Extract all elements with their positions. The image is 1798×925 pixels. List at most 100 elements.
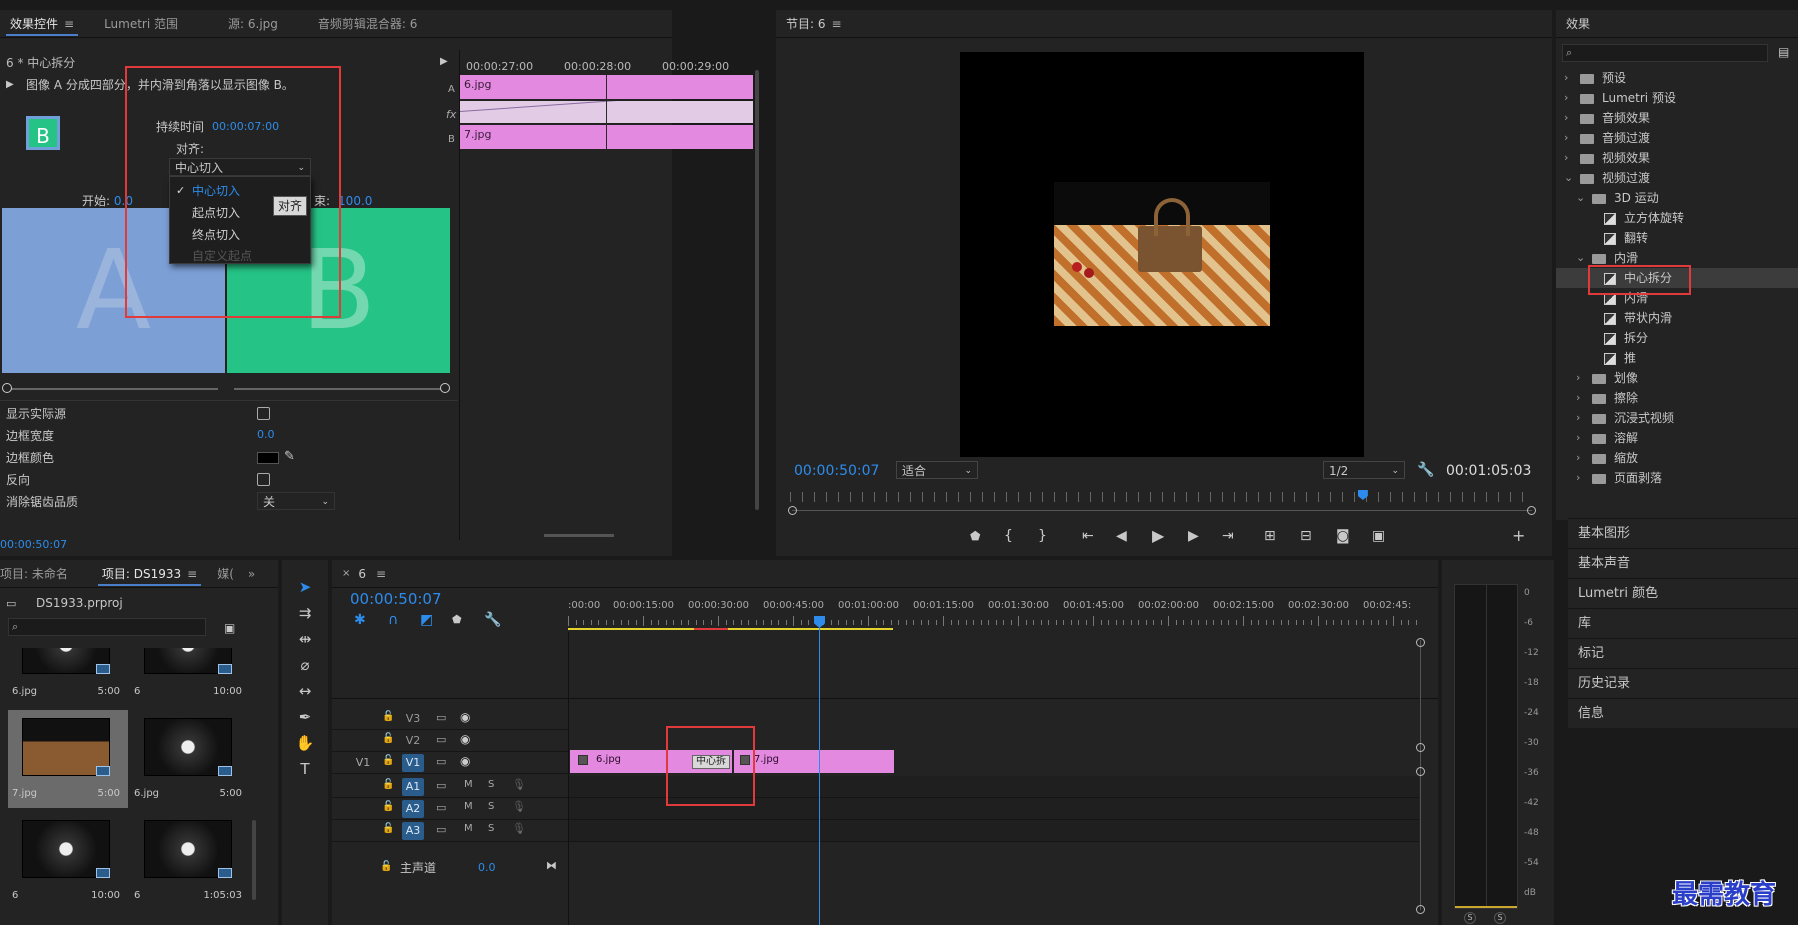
mini-scrollbar[interactable] [544,534,614,537]
resolution-dropdown[interactable]: 1/2 ⌄ [1323,461,1405,479]
expand-triangle-icon[interactable]: ▶ [6,77,14,93]
program-timecode[interactable]: 00:00:50:07 [794,463,879,479]
go-to-in-icon[interactable]: ⇤ [1082,528,1094,544]
mute-button[interactable]: M [464,779,473,790]
side-panel-item[interactable]: 历史记录 [1568,668,1798,698]
fit-dropdown[interactable]: 适合 ⌄ [896,461,978,479]
selection-tool-icon[interactable]: ➤ [294,576,316,598]
side-panel-item[interactable]: Lumetri 颜色 [1568,578,1798,608]
extract-icon[interactable]: ⊟ [1300,528,1312,544]
menu-icon[interactable]: ≡ [187,567,197,581]
effects-tree-item[interactable]: › 视频效果 [1556,148,1798,168]
add-button-icon[interactable]: + [1512,528,1525,544]
solo-right-button[interactable]: S [1494,912,1506,924]
track-label[interactable]: V2 [402,732,424,750]
project-scrollbar[interactable] [252,820,256,900]
linked-selection-icon[interactable]: ◩ [420,612,433,628]
effects-title[interactable]: 效果 [1556,10,1600,37]
add-marker-icon[interactable]: ⬟ [452,612,462,628]
track-select-tool-icon[interactable]: ⇉ [294,602,316,624]
pen-tool-icon[interactable]: ✒ [294,706,316,728]
vertical-scrollbar[interactable] [755,70,759,510]
solo-button[interactable]: S [488,823,494,834]
eye-icon[interactable]: ◉ [460,732,470,746]
work-area-bar[interactable] [568,628,893,630]
lock-icon[interactable]: 🔓 [380,859,392,875]
sync-lock-icon[interactable]: ▭ [436,711,446,724]
chevron-right-icon[interactable]: › [1564,88,1568,108]
project-item[interactable]: 6.jpg 5:00 [130,710,250,808]
tab-effect-controls[interactable]: 效果控件 ≡ [0,10,84,37]
lock-icon[interactable]: 🔓 [382,733,394,744]
tab-project-untitled[interactable]: 项目: 未命名 [0,560,78,587]
chevron-right-icon[interactable]: › [1576,388,1580,408]
hand-tool-icon[interactable]: ✋ [294,732,316,754]
chevron-right-icon[interactable]: › [1564,68,1568,88]
side-panel-item[interactable]: 信息 [1568,698,1798,728]
mini-playhead[interactable] [606,75,607,151]
solo-button[interactable]: S [488,801,494,812]
chevron-right-icon[interactable]: › [1576,428,1580,448]
effect-controls-timecode[interactable]: 00:00:50:07 [0,538,67,551]
program-scrub-ruler[interactable] [790,492,1534,502]
menu-item-end-cut[interactable]: 终点切入 [170,225,310,245]
effects-tree-item[interactable]: › 沉浸式视频 [1556,408,1798,428]
track-label[interactable]: A1 [402,778,424,796]
effects-tree-item[interactable]: › 缩放 [1556,448,1798,468]
start-slider[interactable] [8,388,218,390]
effects-tree-item[interactable]: › 溶解 [1556,428,1798,448]
antialias-dropdown[interactable]: 关 ⌄ [257,492,335,510]
effects-tree-item[interactable]: › 音频效果 [1556,108,1798,128]
step-back-icon[interactable]: ◀ [1116,528,1127,544]
border-color-swatch[interactable] [257,452,279,464]
show-source-checkbox[interactable] [257,407,270,420]
effects-tree-item[interactable]: › 擦除 [1556,388,1798,408]
timeline-clip-7[interactable]: 7.jpg [734,750,894,773]
side-panel-item[interactable]: 基本声音 [1568,548,1798,578]
project-item[interactable]: 6 10:00 [8,812,128,910]
eyedropper-icon[interactable]: ✎ [284,449,295,465]
wrench-icon[interactable]: 🔧 [1417,462,1434,478]
effects-tree-item[interactable]: › 页面剥落 [1556,468,1798,488]
new-bin-icon[interactable]: ▣ [224,620,235,636]
menu-icon[interactable]: ≡ [832,17,842,31]
mark-in-icon[interactable]: { [1004,528,1013,544]
track-label[interactable]: V3 [402,710,424,728]
slip-tool-icon[interactable]: ↔ [294,680,316,702]
lift-icon[interactable]: ⊞ [1264,528,1276,544]
lock-icon[interactable]: 🔓 [382,823,394,834]
nest-icon[interactable]: ✱ [354,612,366,628]
project-item[interactable]: 6 10:00 [130,648,250,706]
chevron-right-icon[interactable]: › [1576,468,1580,488]
export-frame-icon[interactable]: ◙ [1336,528,1350,544]
go-to-end-icon[interactable]: ⧓ [546,858,557,874]
audio-track-lane[interactable] [569,820,1419,842]
eye-icon[interactable]: ◉ [460,710,470,724]
project-item[interactable]: 6 1:05:03 [130,812,250,910]
timeline-settings-icon[interactable]: 🔧 [484,612,501,628]
project-search-input[interactable]: ⌕ [8,618,206,636]
chevron-right-icon[interactable]: › [1564,108,1568,128]
close-icon[interactable]: × [342,568,350,579]
mark-out-icon[interactable]: } [1038,528,1047,544]
track-label[interactable]: A3 [402,822,424,840]
effects-tree-item[interactable]: ⌄ 视频过渡 [1556,168,1798,188]
play-triangle-icon[interactable]: ▶ [440,54,448,70]
track-label[interactable]: V1 [402,754,424,772]
end-slider-handle[interactable] [440,383,450,393]
solo-left-button[interactable]: S [1464,912,1476,924]
border-width-value[interactable]: 0.0 [257,428,275,441]
timeline-timecode[interactable]: 00:00:50:07 [350,590,442,608]
start-slider-handle[interactable] [2,383,12,393]
timeline-ruler[interactable]: :00:00 00:00:15:00 00:00:30:00 00:00:45:00 0… [568,600,1418,630]
sync-lock-icon[interactable]: ▭ [436,801,446,814]
more-tabs-icon[interactable]: » [244,560,259,587]
side-panel-item[interactable]: 库 [1568,608,1798,638]
effects-tree-item[interactable]: › 预设 [1556,68,1798,88]
menu-icon[interactable]: ≡ [64,17,74,31]
sync-lock-icon[interactable]: ▭ [436,733,446,746]
chevron-right-icon[interactable]: › [1576,448,1580,468]
effects-tree-item[interactable]: 推 [1556,348,1798,368]
sync-lock-icon[interactable]: ▭ [436,779,446,792]
program-zoom-bar[interactable] [792,510,1532,511]
